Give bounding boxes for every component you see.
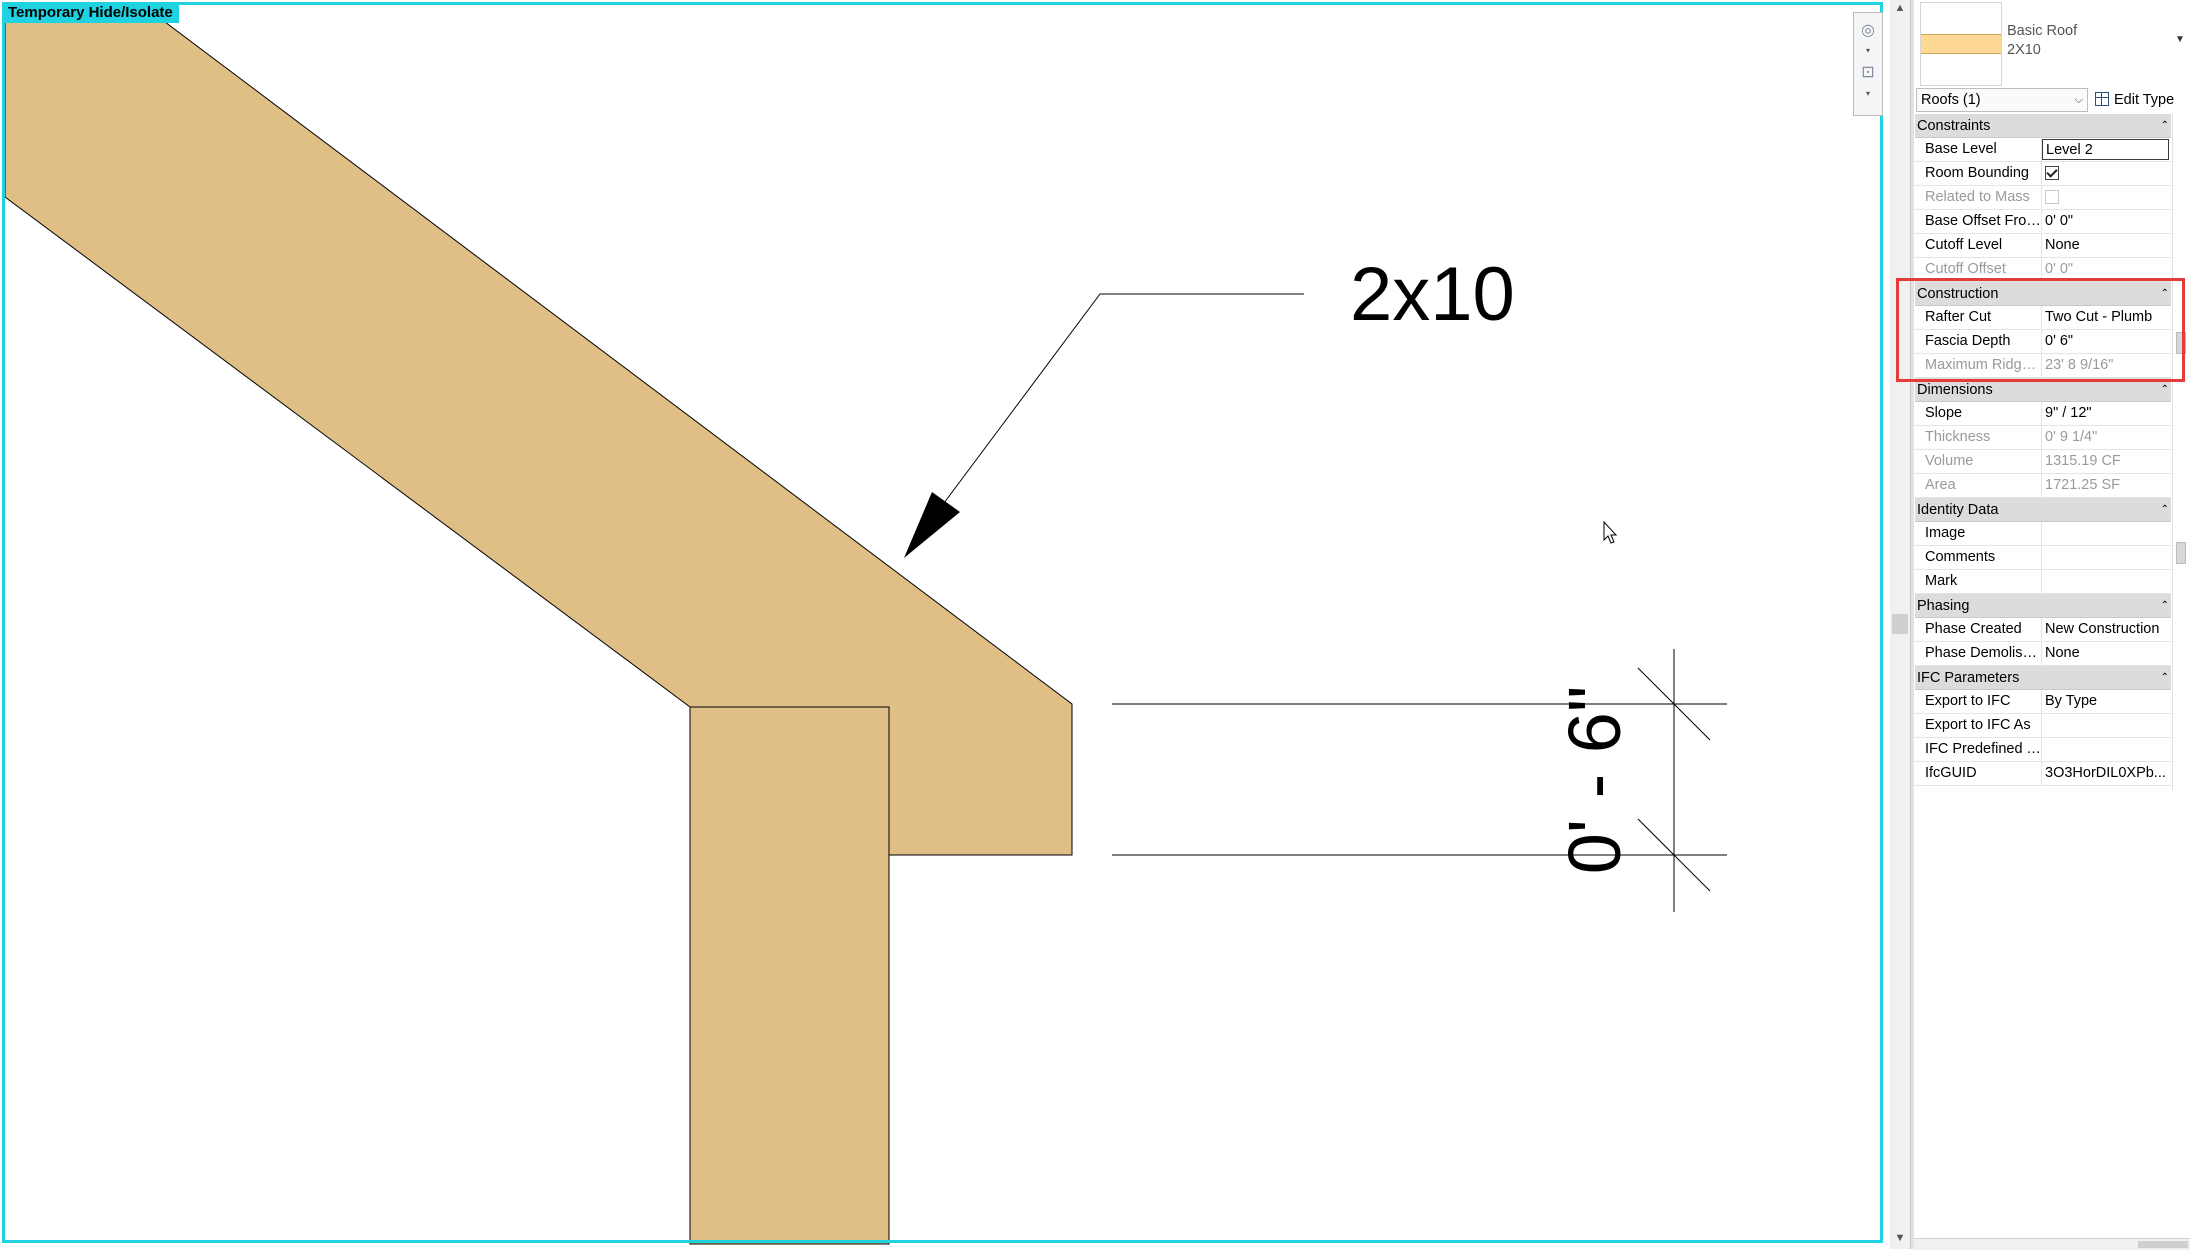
scroll-up-arrow-icon[interactable]: ▲ — [1893, 2, 1907, 14]
property-row-rafter-cut[interactable]: Rafter Cut Two Cut - Plumb — [1915, 306, 2171, 330]
instance-filter-label: Roofs (1) — [1921, 92, 1981, 108]
properties-grid: Constraints ⌃ Base Level Level 2 Room Bou… — [1915, 114, 2171, 786]
mouse-cursor — [1603, 520, 1618, 544]
type-family-label: Basic Roof — [2007, 23, 2078, 39]
scrollbar-thumb[interactable] — [2176, 542, 2186, 564]
tag-leader-arrowhead — [904, 492, 960, 558]
view-vertical-scrollbar[interactable]: ▲ ▼ — [1890, 0, 1910, 1249]
group-header-identity-data[interactable]: Identity Data ⌃ — [1915, 498, 2171, 522]
edit-type-button[interactable]: Edit Type — [2095, 88, 2174, 112]
instance-row: Roofs (1) ⌵ Edit Type — [1914, 86, 2190, 114]
group-header-ifc-parameters[interactable]: IFC Parameters ⌃ — [1915, 666, 2171, 690]
type-selector[interactable]: Basic Roof 2X10 ▼ — [1914, 0, 2190, 86]
group-header-phasing[interactable]: Phasing ⌃ — [1915, 594, 2171, 618]
chevron-down-icon[interactable]: ▼ — [2175, 34, 2185, 45]
scrollbar-thumb[interactable] — [1892, 614, 1908, 634]
chevron-down-icon[interactable]: ▾ — [1864, 46, 1872, 55]
type-preview-swatch — [1920, 2, 2002, 86]
base-level-field[interactable]: Level 2 — [2042, 139, 2169, 160]
collapse-icon[interactable]: ⌃ — [2161, 282, 2169, 306]
properties-scrollbar[interactable] — [2172, 114, 2189, 790]
collapse-icon[interactable]: ⌃ — [2161, 114, 2169, 138]
roof-section-drawing: 2x10 0' - 6" — [4, 21, 1727, 1245]
property-row-volume: Volume 1315.19 CF — [1915, 450, 2171, 474]
wall-post[interactable] — [689, 706, 890, 1245]
tag-leader-line — [943, 293, 1304, 504]
property-row-ifcguid[interactable]: IfcGUID 3O3HorDIL0XPb... — [1915, 762, 2171, 786]
property-row-cutoff-level[interactable]: Cutoff Level None — [1915, 234, 2171, 258]
edit-type-label: Edit Type — [2114, 92, 2175, 108]
group-header-constraints[interactable]: Constraints ⌃ — [1915, 114, 2171, 138]
dimension-text[interactable]: 0' - 6" — [1553, 686, 1636, 874]
scroll-down-arrow-icon[interactable]: ▼ — [1893, 1232, 1907, 1244]
navigation-bar: ◎ ▾ ⊡ ▾ — [1853, 12, 1883, 116]
property-row-base-level[interactable]: Base Level Level 2 — [1915, 138, 2171, 162]
property-row-ifc-predefined-type[interactable]: IFC Predefined Type — [1915, 738, 2171, 762]
steering-wheel-icon[interactable]: ◎ — [1858, 21, 1878, 41]
property-row-thickness: Thickness 0' 9 1/4" — [1915, 426, 2171, 450]
property-row-slope[interactable]: Slope 9" / 12" — [1915, 402, 2171, 426]
property-row-related-to-mass: Related to Mass — [1915, 186, 2171, 210]
property-row-base-offset[interactable]: Base Offset From Level 0' 0" — [1915, 210, 2171, 234]
property-row-phase-demolished[interactable]: Phase Demolished None — [1915, 642, 2171, 666]
zoom-region-icon[interactable]: ⊡ — [1858, 63, 1878, 83]
collapse-icon[interactable]: ⌃ — [2161, 378, 2169, 402]
type-name-label: 2X10 — [2007, 42, 2041, 58]
property-row-export-to-ifc-as[interactable]: Export to IFC As — [1915, 714, 2171, 738]
property-row-fascia-depth[interactable]: Fascia Depth 0' 6" — [1915, 330, 2171, 354]
property-row-area: Area 1721.25 SF — [1915, 474, 2171, 498]
property-row-phase-created[interactable]: Phase Created New Construction — [1915, 618, 2171, 642]
chevron-down-icon: ⌵ — [2074, 94, 2083, 106]
scrollbar-thumb[interactable] — [2176, 332, 2186, 354]
collapse-icon[interactable]: ⌃ — [2161, 594, 2169, 618]
related-to-mass-checkbox — [2045, 190, 2059, 204]
tag-label[interactable]: 2x10 — [1350, 252, 1515, 337]
edit-type-icon — [2095, 92, 2109, 106]
property-row-mark[interactable]: Mark — [1915, 570, 2171, 594]
drawing-canvas[interactable]: 2x10 0' - 6" Temporary Hide/Isolate ◎ ▾ … — [0, 0, 1890, 1249]
room-bounding-checkbox[interactable] — [2045, 166, 2059, 180]
group-header-construction[interactable]: Construction ⌃ — [1915, 282, 2171, 306]
type-selector-name: Basic Roof 2X10 — [2007, 22, 2077, 60]
instance-filter-dropdown[interactable]: Roofs (1) ⌵ — [1916, 88, 2088, 112]
property-row-maximum-ridge-height: Maximum Ridge Height 23' 8 9/16" — [1915, 354, 2171, 378]
properties-palette: Basic Roof 2X10 ▼ Roofs (1) ⌵ Edit Type … — [1914, 0, 2190, 1250]
property-row-cutoff-offset: Cutoff Offset 0' 0" — [1915, 258, 2171, 282]
property-row-image[interactable]: Image — [1915, 522, 2171, 546]
property-row-export-to-ifc[interactable]: Export to IFC By Type — [1915, 690, 2171, 714]
chevron-down-icon[interactable]: ▾ — [1864, 89, 1872, 98]
collapse-icon[interactable]: ⌃ — [2161, 498, 2169, 522]
property-row-room-bounding[interactable]: Room Bounding — [1915, 162, 2171, 186]
properties-footer — [1914, 1238, 2190, 1250]
collapse-icon[interactable]: ⌃ — [2161, 666, 2169, 690]
temporary-hide-isolate-label: Temporary Hide/Isolate — [2, 2, 179, 23]
roof-rafter[interactable] — [4, 21, 1073, 856]
footer-scroll-thumb[interactable] — [2138, 1241, 2188, 1248]
group-header-dimensions[interactable]: Dimensions ⌃ — [1915, 378, 2171, 402]
property-row-comments[interactable]: Comments — [1915, 546, 2171, 570]
